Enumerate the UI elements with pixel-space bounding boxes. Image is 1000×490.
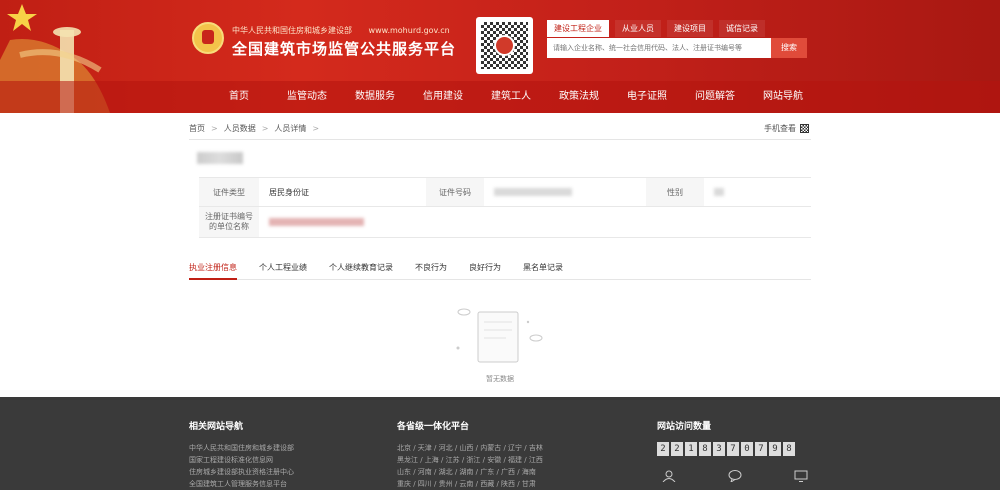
empty-state-text: 暂无数据 xyxy=(486,375,514,383)
visit-digit: 2 xyxy=(671,442,683,456)
visit-digit: 3 xyxy=(713,442,725,456)
nav-sitemap[interactable]: 网站导航 xyxy=(749,81,817,113)
cert-no-value-redacted xyxy=(484,178,646,206)
visit-digit: 0 xyxy=(741,442,753,456)
visit-digit: 7 xyxy=(755,442,767,456)
tab-education[interactable]: 个人继续教育记录 xyxy=(329,262,393,278)
footer-province-row[interactable]: 北京 / 天津 / 河北 / 山西 / 内蒙古 / 辽宁 / 吉林 xyxy=(397,442,543,454)
tab-projects[interactable]: 个人工程业绩 xyxy=(259,262,307,278)
gov-url[interactable]: www.mohurd.gov.cn xyxy=(369,26,450,35)
mobile-view-link[interactable]: 手机查看 xyxy=(764,123,809,134)
site-title[interactable]: 全国建筑市场监管公共服务平台 xyxy=(232,38,456,59)
nav-home[interactable]: 首页 xyxy=(205,81,273,113)
cert-no-label: 证件号码 xyxy=(426,178,484,206)
search-input[interactable] xyxy=(547,38,771,58)
nav-supervision[interactable]: 监管动态 xyxy=(273,81,341,113)
footer-visits-title: 网站访问数量 xyxy=(657,422,712,432)
person-name-redacted xyxy=(197,152,243,164)
nav-data-service[interactable]: 数据服务 xyxy=(341,81,409,113)
footer-provinces-title: 各省级一体化平台 xyxy=(397,422,470,432)
breadcrumb-current: 人员详情 xyxy=(274,124,307,133)
footer-related-title: 相关网站导航 xyxy=(189,422,244,432)
cert-type-value: 居民身份证 xyxy=(269,187,309,197)
visit-digit: 8 xyxy=(783,442,795,456)
visit-digit: 9 xyxy=(769,442,781,456)
site-header: 中华人民共和国住房和城乡建设部 www.mohurd.gov.cn 全国建筑市场… xyxy=(0,0,1000,113)
record-tabs: 执业注册信息 个人工程业绩 个人继续教育记录 不良行为 良好行为 黑名单记录 xyxy=(189,262,811,280)
mini-program-logo-icon xyxy=(496,37,513,54)
nav-faq[interactable]: 问题解答 xyxy=(681,81,749,113)
footer-link[interactable]: 住房城乡建设部执业资格注册中心 xyxy=(189,466,294,478)
footer-link[interactable]: 中华人民共和国住房和城乡建设部 xyxy=(189,442,294,454)
footer-link[interactable]: 全国建筑工人管理服务信息平台 xyxy=(189,478,294,490)
breadcrumb-personnel[interactable]: 人员数据 xyxy=(224,123,256,134)
agency-label: 注册证书编号的单位名称 xyxy=(199,207,259,237)
visit-digit: 8 xyxy=(699,442,711,456)
tab-blacklist[interactable]: 黑名单记录 xyxy=(523,262,563,278)
site-footer: 相关网站导航 中华人民共和国住房和城乡建设部 国家工程建设标准化信息网 住房城乡… xyxy=(0,397,1000,490)
breadcrumb-separator: > xyxy=(261,124,269,133)
search-tab-credit[interactable]: 诚信记录 xyxy=(719,20,765,37)
tab-registration[interactable]: 执业注册信息 xyxy=(189,262,237,280)
search-button[interactable]: 搜索 xyxy=(771,38,807,58)
national-emblem-icon xyxy=(192,22,224,54)
visit-digit: 1 xyxy=(685,442,697,456)
gov-line: 中华人民共和国住房和城乡建设部 www.mohurd.gov.cn xyxy=(232,25,464,36)
breadcrumb: 首页 > 人员数据 > 人员详情 > xyxy=(189,123,325,134)
user-icon[interactable] xyxy=(662,470,676,482)
person-info-table: 证件类型 居民身份证 证件号码 性别 注册证书编号的单位名称 xyxy=(199,177,811,238)
visit-digit: 2 xyxy=(657,442,669,456)
nav-e-license[interactable]: 电子证照 xyxy=(613,81,681,113)
qr-code xyxy=(476,17,533,74)
footer-province-row[interactable]: 重庆 / 四川 / 贵州 / 云南 / 西藏 / 陕西 / 甘肃 xyxy=(397,478,543,490)
tab-bad-behavior[interactable]: 不良行为 xyxy=(415,262,447,278)
gender-value-redacted xyxy=(704,178,811,206)
gender-label: 性别 xyxy=(646,178,704,206)
footer-province-row[interactable]: 山东 / 河南 / 湖北 / 湖南 / 广东 / 广西 / 海南 xyxy=(397,466,543,478)
breadcrumb-separator: > xyxy=(312,124,320,133)
breadcrumb-home[interactable]: 首页 xyxy=(189,123,205,134)
footer-province-links: 北京 / 天津 / 河北 / 山西 / 内蒙古 / 辽宁 / 吉林 黑龙江 / … xyxy=(397,442,543,490)
nav-credit[interactable]: 信用建设 xyxy=(409,81,477,113)
monitor-icon[interactable] xyxy=(794,470,808,482)
footer-province-row[interactable]: 黑龙江 / 上海 / 江苏 / 浙江 / 安徽 / 福建 / 江西 xyxy=(397,454,543,466)
cert-type-label: 证件类型 xyxy=(199,178,259,206)
search-box: 建设工程企业 从业人员 建设项目 诚信记录 搜索 xyxy=(547,20,809,58)
visit-counter: 2 2 1 8 3 7 0 7 9 8 xyxy=(657,442,797,456)
nav-policy[interactable]: 政策法规 xyxy=(545,81,613,113)
qr-code-icon xyxy=(800,124,809,133)
search-tab-enterprise[interactable]: 建设工程企业 xyxy=(547,20,609,37)
search-tab-personnel[interactable]: 从业人员 xyxy=(615,20,661,37)
nav-workers[interactable]: 建筑工人 xyxy=(477,81,545,113)
gov-name: 中华人民共和国住房和城乡建设部 xyxy=(232,26,352,35)
footer-related-links: 中华人民共和国住房和城乡建设部 国家工程建设标准化信息网 住房城乡建设部执业资格… xyxy=(189,442,294,490)
visit-digit: 7 xyxy=(727,442,739,456)
footer-icons xyxy=(662,470,860,482)
breadcrumb-separator: > xyxy=(211,124,218,133)
main-nav: 首页 监管动态 数据服务 信用建设 建筑工人 政策法规 电子证照 问题解答 网站… xyxy=(0,81,1000,113)
chat-icon[interactable] xyxy=(728,470,742,482)
tab-good-behavior[interactable]: 良好行为 xyxy=(469,262,501,278)
search-tab-project[interactable]: 建设项目 xyxy=(667,20,713,37)
mobile-view-label: 手机查看 xyxy=(764,124,796,133)
agency-value-redacted xyxy=(259,207,811,237)
divider xyxy=(189,139,811,140)
footer-link[interactable]: 国家工程建设标准化信息网 xyxy=(189,454,294,466)
